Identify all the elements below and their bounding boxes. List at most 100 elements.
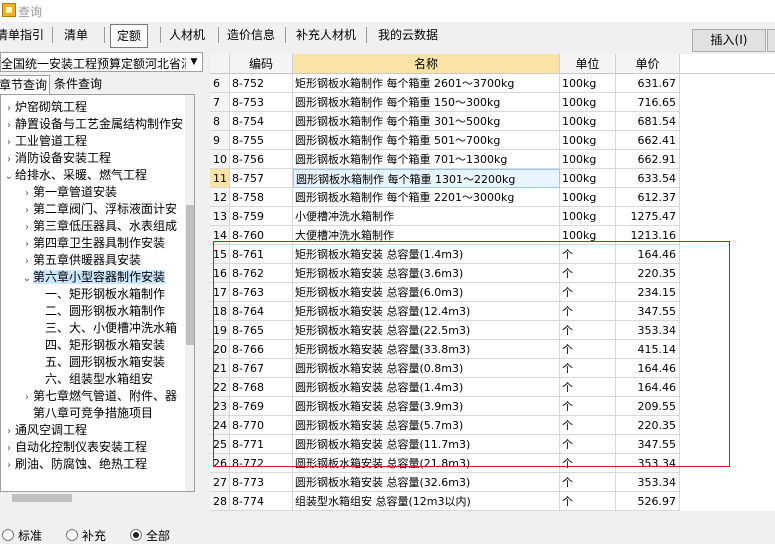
tab-list-guide[interactable]: 清单指引 xyxy=(0,24,50,46)
table-row[interactable]: 10 8-756 圆形钢板水箱制作 每个箱重 701～1300kg 100kg 662.… xyxy=(210,150,680,169)
table-row[interactable]: 12 8-758 圆形钢板水箱制作 每个箱重 2201～3000kg 100kg 612… xyxy=(210,188,680,207)
tab-labor-material-machine[interactable]: 人材机 xyxy=(163,24,211,46)
tab-list[interactable]: 清单 xyxy=(58,24,94,46)
tree-item[interactable]: › 第二章阀门、浮标液面计安 xyxy=(21,201,177,218)
header-code[interactable]: 编码 xyxy=(230,54,293,74)
radio-supplement[interactable]: 补充 xyxy=(66,528,106,544)
tree-item[interactable]: › 静置设备与工艺金属结构制作安 xyxy=(3,116,183,133)
tree-item[interactable]: › 第一章管道安装 xyxy=(21,184,117,201)
tree-item[interactable]: 四、矩形钢板水箱安装 xyxy=(45,337,165,354)
cell-unit: 个 xyxy=(560,283,616,302)
filter-radio-group: 标准 补充 全部 xyxy=(0,528,206,544)
table-row[interactable]: 6 8-752 矩形钢板水箱制作 每个箱重 2601～3700kg 100kg 631.… xyxy=(210,74,680,93)
expand-toggle-icon[interactable]: › xyxy=(21,185,33,202)
table-row[interactable]: 16 8-762 矩形钢板水箱安装 总容量(3.6m3) 个 220.35 xyxy=(210,264,680,283)
tree-item[interactable]: ⌄ 给排水、采暖、燃气工程 xyxy=(3,167,147,184)
table-row[interactable]: 15 8-761 矩形钢板水箱安装 总容量(1.4m3) 个 164.46 xyxy=(210,245,680,264)
header-price[interactable]: 单价 xyxy=(616,54,680,74)
row-number: 10 xyxy=(210,150,230,169)
cell-name: 圆形钢板水箱安装 总容量(32.6m3) xyxy=(293,473,560,492)
tree-item[interactable]: 一、矩形钢板水箱制作 xyxy=(45,286,165,303)
expand-toggle-icon[interactable]: › xyxy=(3,100,15,117)
tab-quota[interactable]: 定额 xyxy=(110,24,149,48)
tree-vertical-scrollbar[interactable] xyxy=(185,95,194,491)
tab-my-cloud-data[interactable]: 我的云数据 xyxy=(372,24,444,46)
expand-toggle-icon[interactable]: › xyxy=(3,151,15,168)
radio-all[interactable]: 全部 xyxy=(130,528,170,544)
table-row[interactable]: 7 8-753 圆形钢板水箱制作 每个箱重 150～300kg 100kg 716.65 xyxy=(210,93,680,112)
expand-toggle-icon[interactable]: › xyxy=(21,389,33,406)
tree-item[interactable]: › 第五章供暖器具安装 xyxy=(21,252,141,269)
row-number: 25 xyxy=(210,435,230,454)
cell-name: 小便槽冲洗水箱制作 xyxy=(293,207,560,226)
cell-price: 662.41 xyxy=(616,131,680,150)
expand-toggle-icon[interactable]: › xyxy=(3,423,15,440)
expand-toggle-icon[interactable]: › xyxy=(3,134,15,151)
table-row[interactable]: 13 8-759 小便槽冲洗水箱制作 100kg 1275.47 xyxy=(210,207,680,226)
expand-toggle-icon[interactable]: › xyxy=(3,117,15,134)
cell-price: 234.15 xyxy=(616,283,680,302)
table-row[interactable]: 26 8-772 圆形钢板水箱安装 总容量(21.8m3) 个 353.34 xyxy=(210,454,680,473)
table-row[interactable]: 27 8-773 圆形钢板水箱安装 总容量(32.6m3) 个 353.34 xyxy=(210,473,680,492)
tree-item[interactable]: › 通风空调工程 xyxy=(3,422,87,439)
table-row[interactable]: 11 8-757 圆形钢板水箱制作 每个箱重 1301～2200kg 100kg 633… xyxy=(210,169,680,188)
cell-price: 220.35 xyxy=(616,264,680,283)
tree-item[interactable]: › 第四章卫生器具制作安装 xyxy=(21,235,165,252)
cell-unit: 个 xyxy=(560,492,616,511)
expand-toggle-icon[interactable]: › xyxy=(21,202,33,219)
table-row[interactable]: 23 8-769 圆形钢板水箱安装 总容量(3.9m3) 个 209.55 xyxy=(210,397,680,416)
table-row[interactable]: 24 8-770 圆形钢板水箱安装 总容量(5.7m3) 个 220.35 xyxy=(210,416,680,435)
chevron-down-icon[interactable]: ▼ xyxy=(186,53,202,71)
tab-condition-query[interactable]: 条件查询 xyxy=(54,75,102,93)
expand-toggle-icon[interactable]: › xyxy=(21,219,33,236)
expand-toggle-icon[interactable]: › xyxy=(3,457,15,474)
row-number: 14 xyxy=(210,226,230,245)
tab-chapter-query[interactable]: 章节查询 xyxy=(0,75,50,94)
table-row[interactable]: 17 8-763 矩形钢板水箱安装 总容量(6.0m3) 个 234.15 xyxy=(210,283,680,302)
tree-item[interactable]: › 炉窑砌筑工程 xyxy=(3,99,87,116)
expand-toggle-icon[interactable]: › xyxy=(21,253,33,270)
tree-item[interactable]: › 工业管道工程 xyxy=(3,133,87,150)
cell-price: 612.37 xyxy=(616,188,680,207)
radio-standard[interactable]: 标准 xyxy=(2,528,42,544)
tree-item[interactable]: 第八章可竞争措施项目 xyxy=(21,405,153,422)
tree-horizontal-scrollbar[interactable] xyxy=(0,492,206,504)
insert-button[interactable]: 插入(I) xyxy=(692,29,766,52)
tree-item[interactable]: 六、组装型水箱组安 xyxy=(45,371,153,388)
tree-item[interactable]: › 刷油、防腐蚀、绝热工程 xyxy=(3,456,147,473)
table-row[interactable]: 28 8-774 组装型水箱组安 总容量(12m3以内) 个 526.97 xyxy=(210,492,680,511)
scrollbar-thumb[interactable] xyxy=(12,494,72,502)
table-row[interactable]: 8 8-754 圆形钢板水箱制作 每个箱重 301～500kg 100kg 681.54 xyxy=(210,112,680,131)
tab-cost-info[interactable]: 造价信息 xyxy=(221,24,281,46)
table-row[interactable]: 19 8-765 矩形钢板水箱安装 总容量(22.5m3) 个 353.34 xyxy=(210,321,680,340)
tree-item-selected[interactable]: ⌄ 第六章小型容器制作安装 xyxy=(21,269,166,287)
table-row[interactable]: 14 8-760 大便槽冲洗水箱制作 100kg 1213.16 xyxy=(210,226,680,245)
header-name[interactable]: 名称 xyxy=(293,54,560,74)
tree-item[interactable]: 五、圆形钢板水箱安装 xyxy=(45,354,165,371)
table-row[interactable]: 22 8-768 圆形钢板水箱安装 总容量(1.4m3) 个 164.46 xyxy=(210,378,680,397)
expand-toggle-icon[interactable]: › xyxy=(3,440,15,457)
cell-price: 633.54 xyxy=(616,169,680,188)
tree-item[interactable]: › 自动化控制仪表安装工程 xyxy=(3,439,147,456)
expand-toggle-icon[interactable]: › xyxy=(21,236,33,253)
tree-item[interactable]: 二、圆形钢板水箱制作 xyxy=(45,303,165,320)
expand-toggle-icon[interactable]: ⌄ xyxy=(3,168,15,185)
table-row[interactable]: 20 8-766 矩形钢板水箱安装 总容量(33.8m3) 个 415.14 xyxy=(210,340,680,359)
extra-button[interactable] xyxy=(767,29,775,52)
tree-item[interactable]: › 消防设备安装工程 xyxy=(3,150,111,167)
cell-name: 矩形钢板水箱制作 每个箱重 2601～3700kg xyxy=(293,74,560,93)
tree-item[interactable]: › 第七章燃气管道、附件、器 xyxy=(21,388,177,405)
quota-library-select[interactable]: 全国统一安装工程预算定额河北省消 ▼ xyxy=(0,52,203,72)
row-number: 26 xyxy=(210,454,230,473)
header-unit[interactable]: 单位 xyxy=(560,54,616,74)
table-row[interactable]: 25 8-771 圆形钢板水箱安装 总容量(11.7m3) 个 347.55 xyxy=(210,435,680,454)
scrollbar-thumb[interactable] xyxy=(186,205,194,345)
cell-name: 圆形钢板水箱安装 总容量(21.8m3) xyxy=(293,454,560,473)
table-row[interactable]: 18 8-764 矩形钢板水箱安装 总容量(12.4m3) 个 347.55 xyxy=(210,302,680,321)
expand-toggle-icon[interactable]: ⌄ xyxy=(21,270,33,287)
table-row[interactable]: 21 8-767 圆形钢板水箱安装 总容量(0.8m3) 个 164.46 xyxy=(210,359,680,378)
tree-item[interactable]: › 第三章低压器具、水表组成 xyxy=(21,218,177,235)
table-row[interactable]: 9 8-755 圆形钢板水箱制作 每个箱重 501～700kg 100kg 662.41 xyxy=(210,131,680,150)
tab-supplement-lmm[interactable]: 补充人材机 xyxy=(290,24,362,46)
tree-item[interactable]: 三、大、小便槽冲洗水箱 xyxy=(45,320,177,337)
